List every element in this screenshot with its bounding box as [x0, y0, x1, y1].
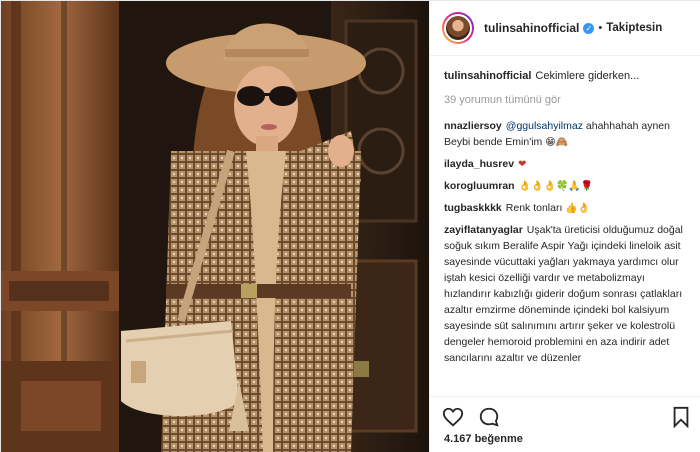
- post-photo[interactable]: [1, 1, 429, 452]
- comment-mention[interactable]: @ggulsahyilmaz: [506, 120, 583, 132]
- comment-username[interactable]: nnazliersoy: [444, 120, 502, 132]
- view-all-comments-link[interactable]: 39 yorumun tümünü gör: [444, 94, 688, 106]
- likes-count[interactable]: 4.167 beğenme: [444, 433, 523, 445]
- avatar[interactable]: [442, 12, 474, 44]
- comment-username[interactable]: ilayda_husrev: [444, 158, 514, 170]
- comment-emoji: 👍👌: [565, 203, 591, 214]
- action-bar: [430, 396, 700, 434]
- post-image: [1, 1, 429, 452]
- bookmark-icon[interactable]: [670, 406, 692, 428]
- comment-item: nnazliersoy @ggulsahyilmaz ahahhahah ayne…: [444, 118, 688, 151]
- comment-emoji: 👌👌👌🍀🙏🌹: [518, 181, 594, 192]
- comment-item: tugbaskkkk Renk tonları 👍👌: [444, 200, 688, 217]
- separator-dot: •: [598, 22, 603, 34]
- comment-bubble-icon[interactable]: [478, 406, 500, 428]
- comment-username[interactable]: tugbaskkkk: [444, 202, 502, 214]
- follow-status-button[interactable]: Takiptesin: [606, 22, 662, 34]
- comment-item: ilayda_husrev ❤: [444, 156, 688, 173]
- instagram-post: tulinsahinofficial ✓ • Takiptesin tulins…: [0, 0, 700, 452]
- header-username[interactable]: tulinsahinofficial: [484, 21, 579, 35]
- post-caption: tulinsahinofficial Cekimlere giderken...: [444, 68, 688, 84]
- comment-emoji: 😁🙈: [545, 137, 569, 148]
- caption-text: Cekimlere giderken...: [535, 70, 640, 82]
- verified-badge-icon: ✓: [583, 22, 595, 34]
- post-header: tulinsahinofficial ✓ • Takiptesin: [430, 1, 700, 56]
- caption-username[interactable]: tulinsahinofficial: [444, 70, 531, 82]
- comment-emoji: ❤: [518, 159, 527, 170]
- heart-icon[interactable]: [442, 406, 464, 428]
- comment-username[interactable]: zayiflatanyaglar: [444, 224, 523, 236]
- comment-text: Renk tonları: [505, 202, 563, 214]
- comment-item: korogluumran 👌👌👌🍀🙏🌹: [444, 178, 688, 195]
- comments-section: tulinsahinofficial Cekimlere giderken... …: [430, 56, 700, 396]
- comment-item: zayiflatanyaglar Uşak'ta üreticisi olduğu…: [444, 222, 688, 366]
- comment-text: Uşak'ta üreticisi olduğumuz doğal soğuk …: [444, 224, 683, 364]
- comment-username[interactable]: korogluumran: [444, 180, 515, 192]
- post-sidebar: tulinsahinofficial ✓ • Takiptesin tulins…: [429, 1, 700, 452]
